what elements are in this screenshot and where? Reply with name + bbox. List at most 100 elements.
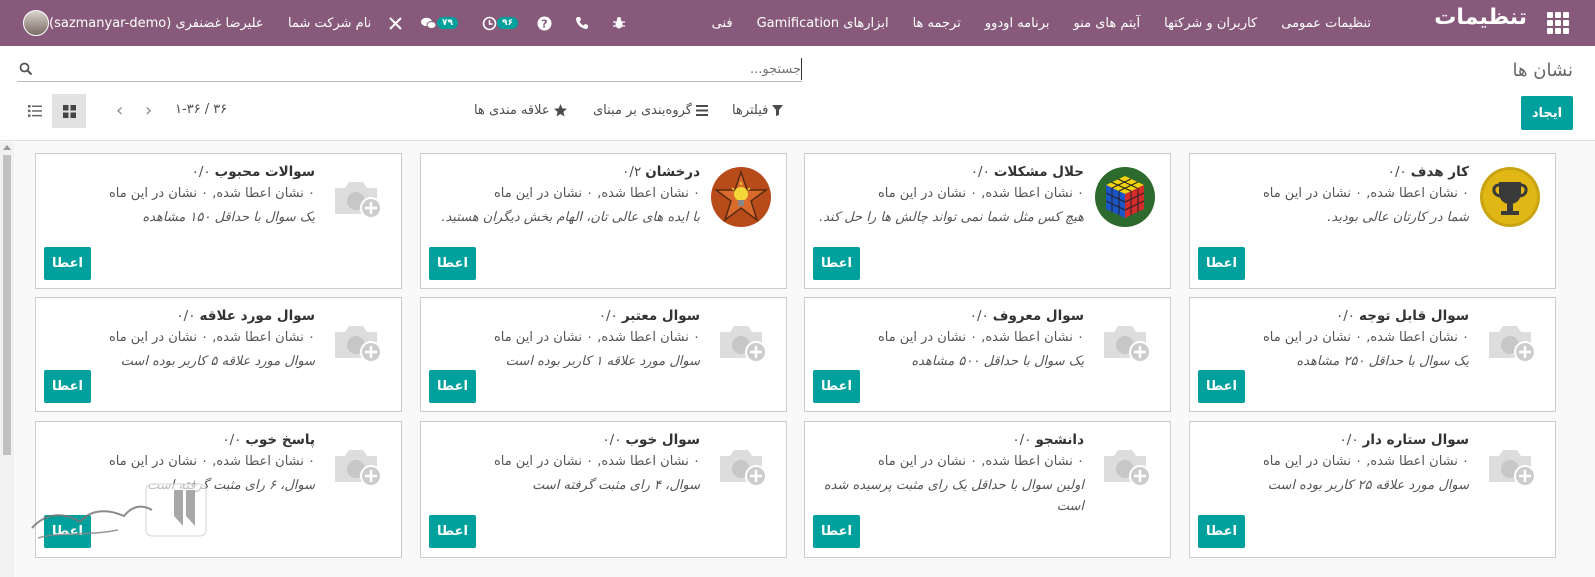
vertical-scrollbar[interactable] [0,142,14,577]
badge-description: سوال مورد علاقه ۱ کاربر بوده است [505,354,700,369]
grant-badge-button[interactable]: اعطا [1198,370,1245,403]
menu-item-users-companies[interactable]: کاربران و شرکتها [1152,16,1269,31]
groupby-button[interactable]: گروه‌بندی بر مبنای [593,103,708,118]
badge-name: سوالات محبوب [214,164,315,180]
camera-placeholder-icon [1489,450,1536,487]
search-icon[interactable] [19,62,33,76]
badge-title: سوالات محبوب۰/۰ [192,164,315,180]
badge-count: ۰/۰ [1339,432,1359,448]
badge-description: شما در کارتان عالی بودید. [1327,210,1469,225]
badge-count: ۰/۰ [1387,164,1407,180]
main-menu: تنظیمات عمومی کاربران و شرکتها آیتم های … [700,0,1383,46]
badge-description: یک سوال با حداقل ۲۵۰ مشاهده [1296,354,1469,369]
list-view-button[interactable] [18,94,52,128]
phone-icon[interactable] [575,0,589,46]
filters-label: فیلترها [732,103,769,118]
badge-card[interactable]: سوال خوب۰/۰ ۰ نشان اعطا شده, ۰ نشان در ای… [420,421,787,558]
bars-icon [696,105,708,116]
grant-badge-button[interactable]: اعطا [1198,247,1245,280]
groupby-label: گروه‌بندی بر مبنای [593,103,692,118]
badge-card[interactable]: درخشان۰/۲ ۰ نشان اعطا شده, ۰ نشان در این … [420,153,787,289]
camera-placeholder-icon [1104,450,1151,487]
badge-count: ۰/۰ [176,308,196,324]
activities-menu[interactable]: ۹۶ [482,0,520,46]
badge-stats: ۰ نشان اعطا شده, ۰ نشان در این ماه [108,454,315,469]
grant-badge-button[interactable]: اعطا [813,370,860,403]
control-panel: نشان ها ایجاد فیلترها گروه‌بندی بر مبنای… [0,46,1595,141]
badge-name: سوال ستاره دار [1362,432,1469,448]
badge-title: پاسخ خوب۰/۰ [222,432,315,448]
badge-stats: ۰ نشان اعطا شده, ۰ نشان در این ماه [1262,454,1469,469]
badge-card[interactable]: سوال قابل توجه۰/۰ ۰ نشان اعطا شده, ۰ نشان… [1189,297,1556,412]
badge-count: ۰/۰ [602,432,622,448]
badge-description: سوال مورد علاقه ۲۵ کاربر بوده است [1267,478,1469,493]
create-button[interactable]: ایجاد [1521,96,1573,130]
grant-badge-button[interactable]: اعطا [44,247,91,280]
user-name: علیرضا غضنفری (sazmanyar-demo) [49,15,264,31]
filter-icon [772,105,784,116]
avatar [23,10,49,36]
menu-item-general-settings[interactable]: تنظیمات عمومی [1269,16,1383,31]
grant-badge-button[interactable]: اعطا [813,247,860,280]
badge-stats: ۰ نشان اعطا شده, ۰ نشان در این ماه [877,330,1084,345]
badge-name: حلال مشکلات [993,164,1084,180]
badge-card[interactable]: کار هدف۰/۰ ۰ نشان اعطا شده, ۰ نشان در این… [1189,153,1556,289]
messages-menu[interactable]: ۷۹ [420,0,460,46]
grant-badge-button[interactable]: اعطا [429,370,476,403]
menu-item-gamification[interactable]: ابزارهای Gamification [745,16,901,31]
grid-icon [62,104,76,118]
badge-card[interactable]: سوال ستاره دار۰/۰ ۰ نشان اعطا شده, ۰ نشان… [1189,421,1556,558]
scroll-thumb[interactable] [3,155,11,455]
apps-menu-icon[interactable] [1547,12,1569,34]
grant-badge-button[interactable]: اعطا [429,515,476,548]
badge-card[interactable]: دانشجو۰/۰ ۰ نشان اعطا شده, ۰ نشان در این … [804,421,1171,558]
help-icon[interactable]: ? [537,0,552,46]
badge-card[interactable]: سوالات محبوب۰/۰ ۰ نشان اعطا شده, ۰ نشان د… [35,153,402,289]
company-switcher[interactable]: نام شرکت شما [288,0,371,46]
badge-stats: ۰ نشان اعطا شده, ۰ نشان در این ماه [493,186,700,201]
tools-icon[interactable] [388,0,403,46]
rubik-cube-icon [1095,167,1155,227]
pager-value[interactable]: ۱-۳۶ / ۳۶ [175,102,227,117]
search-bar [17,58,802,82]
favorites-button[interactable]: علاقه مندی ها [474,103,567,118]
clock-icon [482,16,497,30]
menu-item-odoo-apps[interactable]: برنامه اودوو [973,16,1062,31]
badge-count: ۰/۰ [1335,308,1356,324]
menu-item-technical[interactable]: فنی [700,16,745,31]
grant-badge-button[interactable]: اعطا [429,247,476,280]
badge-stats: ۰ نشان اعطا شده, ۰ نشان در این ماه [108,186,315,201]
badge-card[interactable]: سوال مورد علاقه۰/۰ ۰ نشان اعطا شده, ۰ نشا… [35,297,402,412]
badge-card[interactable]: سوال معروف۰/۰ ۰ نشان اعطا شده, ۰ نشان در … [804,297,1171,412]
pager-next-button[interactable]: › [145,102,152,120]
badge-card[interactable]: حلال مشکلات۰/۰ ۰ نشان اعطا شده, ۰ نشان در… [804,153,1171,289]
badge-title: درخشان۰/۲ [622,164,700,180]
grant-badge-button[interactable]: اعطا [813,515,860,548]
filters-button[interactable]: فیلترها [732,103,784,118]
chat-icon [421,17,437,29]
systray: ? ۹۶ ۷۹ نام شرکت شما علیرضا غضنفری (sazm… [0,0,640,46]
badge-count: ۰/۰ [222,432,242,448]
badge-count: ۰/۰ [191,164,211,180]
pager-previous-button[interactable]: ‹ [116,102,123,120]
badge-name: دانشجو [1035,432,1084,448]
kanban-view-button[interactable] [52,94,86,128]
badge-title: سوال معتبر۰/۰ [599,308,700,324]
debug-icon[interactable] [612,0,626,46]
badge-title: سوال معروف۰/۰ [970,308,1084,324]
badge-title: سوال خوب۰/۰ [602,432,700,448]
menu-item-menu-items[interactable]: آیتم های منو [1062,16,1153,31]
scroll-up-icon[interactable] [3,145,11,150]
badge-name: کار هدف [1410,164,1469,180]
badge-name: درخشان [645,164,700,180]
menu-item-translations[interactable]: ترجمه ها [901,16,973,31]
app-brand: تنظیمات [1434,5,1527,30]
badge-card[interactable]: سوال معتبر۰/۰ ۰ نشان اعطا شده, ۰ نشان در … [420,297,787,412]
user-menu[interactable]: علیرضا غضنفری (sazmanyar-demo) [17,0,264,46]
grant-badge-button[interactable]: اعطا [44,370,91,403]
badge-stats: ۰ نشان اعطا شده, ۰ نشان در این ماه [1262,330,1469,345]
grant-badge-button[interactable]: اعطا [1198,515,1245,548]
search-input[interactable] [42,58,802,80]
badge-stats: ۰ نشان اعطا شده, ۰ نشان در این ماه [493,330,700,345]
camera-placeholder-icon [335,326,382,363]
